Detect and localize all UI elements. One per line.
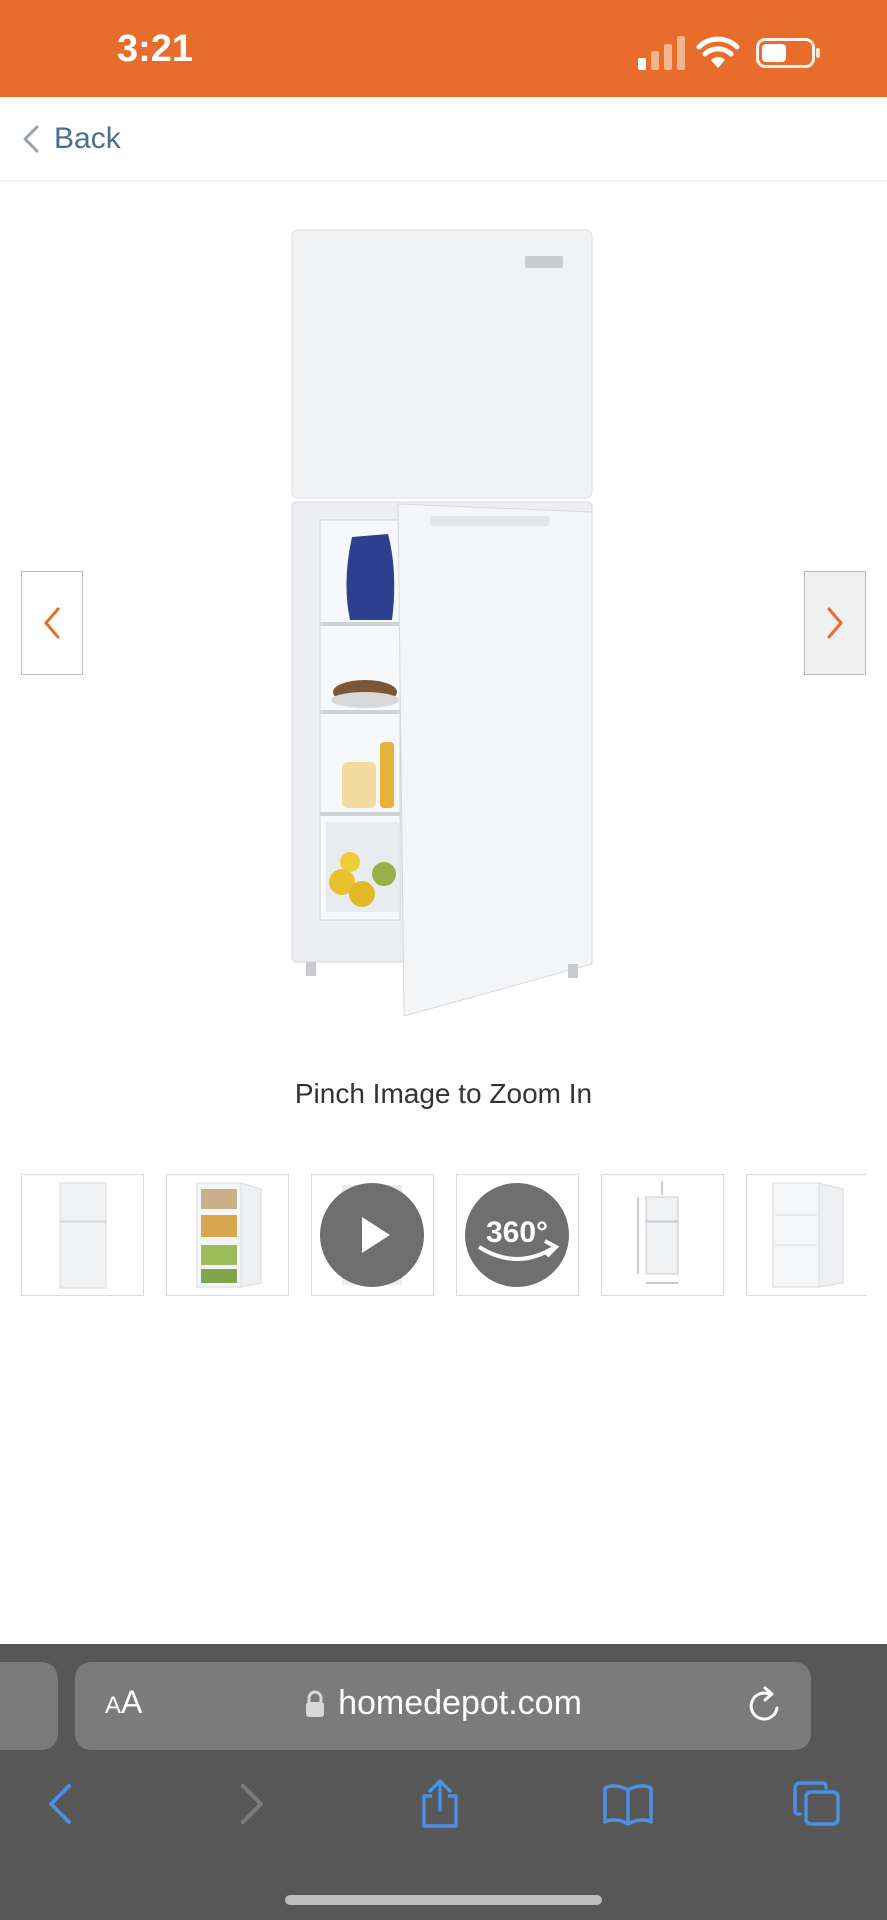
thumbnail-fridge-open-empty[interactable] bbox=[746, 1174, 867, 1296]
rotate-360-icon: 360° bbox=[465, 1183, 569, 1287]
browser-forward-button[interactable] bbox=[222, 1774, 282, 1834]
thumbnail-fridge-closed[interactable] bbox=[21, 1174, 144, 1296]
thumbnail-strip: 360° bbox=[21, 1174, 867, 1298]
forward-arrow-icon bbox=[241, 1784, 263, 1824]
bookmarks-icon bbox=[603, 1784, 653, 1826]
reload-icon[interactable] bbox=[745, 1684, 785, 1726]
thumbnail-video[interactable] bbox=[311, 1174, 434, 1296]
status-bar: 3:21 bbox=[0, 0, 887, 97]
status-time: 3:21 bbox=[117, 28, 194, 70]
cellular-signal-icon bbox=[638, 36, 685, 70]
battery-icon bbox=[756, 38, 820, 68]
tabs-icon bbox=[793, 1781, 840, 1826]
thumbnail-360-view[interactable]: 360° bbox=[456, 1174, 579, 1296]
next-image-button[interactable] bbox=[804, 571, 866, 675]
browser-back-button[interactable] bbox=[30, 1774, 90, 1834]
chevron-right-icon bbox=[827, 607, 843, 639]
thumbnail-fridge-open[interactable] bbox=[166, 1174, 289, 1296]
bookmarks-button[interactable] bbox=[598, 1774, 658, 1834]
share-icon bbox=[422, 1779, 458, 1828]
address-bar[interactable]: AA homedepot.com bbox=[75, 1662, 811, 1750]
wifi-icon bbox=[696, 36, 740, 68]
lock-icon bbox=[306, 1690, 325, 1717]
browser-toolbar: AA homedepot.com bbox=[0, 1644, 887, 1920]
fridge-open-thumbnail-image bbox=[196, 1182, 262, 1288]
dimensions-thumbnail-image bbox=[637, 1181, 679, 1284]
product-image[interactable] bbox=[280, 222, 610, 1022]
url-text: homedepot.com bbox=[338, 1684, 582, 1722]
fridge-empty-thumbnail-image bbox=[772, 1182, 844, 1288]
thumbnail-dimensions[interactable] bbox=[601, 1174, 724, 1296]
video-thumbnail-image bbox=[320, 1183, 424, 1287]
chevron-left-icon bbox=[23, 125, 39, 153]
back-arrow-icon bbox=[49, 1784, 71, 1824]
previous-image-button[interactable] bbox=[21, 571, 83, 675]
share-button[interactable] bbox=[410, 1774, 470, 1834]
home-indicator bbox=[285, 1895, 602, 1905]
back-label: Back bbox=[54, 122, 121, 155]
back-button[interactable]: Back bbox=[20, 117, 121, 161]
zoom-hint: Pinch Image to Zoom In bbox=[294, 1078, 593, 1109]
chevron-left-icon bbox=[44, 607, 60, 639]
navigation-header: Back bbox=[0, 97, 887, 181]
url-display[interactable]: homedepot.com bbox=[75, 1684, 811, 1723]
fridge-thumbnail-image bbox=[59, 1182, 107, 1289]
svg-text:360°: 360° bbox=[486, 1216, 548, 1249]
tabs-button[interactable] bbox=[787, 1774, 847, 1834]
previous-tab-preview[interactable] bbox=[0, 1662, 58, 1750]
